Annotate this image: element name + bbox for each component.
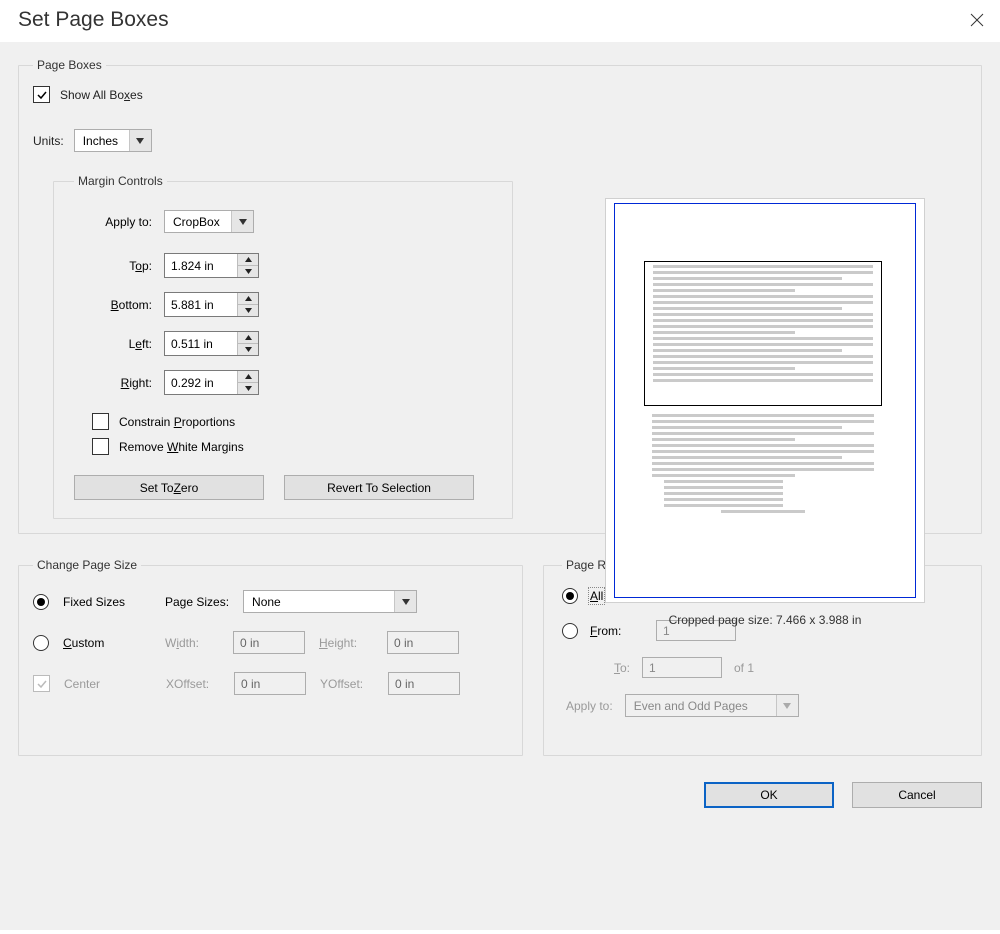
top-input[interactable] — [165, 254, 237, 277]
apply-to-select[interactable]: CropBox — [164, 210, 254, 233]
right-down[interactable] — [238, 383, 258, 395]
revert-to-selection-button[interactable]: Revert To Selection — [284, 475, 474, 500]
bottom-up[interactable] — [238, 293, 258, 305]
margin-controls-legend: Margin Controls — [74, 174, 167, 188]
constrain-proportions-label: Constrain Proportions — [119, 415, 235, 429]
show-all-boxes-label: Show All Boxes — [60, 88, 143, 102]
cancel-button[interactable]: Cancel — [852, 782, 982, 808]
page-boxes-legend: Page Boxes — [33, 58, 106, 72]
apply-to-label: Apply to: — [92, 215, 152, 229]
right-up[interactable] — [238, 371, 258, 383]
bottom-input[interactable] — [165, 293, 237, 316]
fixed-sizes-label: Fixed Sizes — [63, 595, 151, 609]
of-label: of 1 — [734, 661, 754, 675]
ok-button[interactable]: OK — [704, 782, 834, 808]
height-input — [387, 631, 459, 654]
left-down[interactable] — [238, 344, 258, 356]
left-input[interactable] — [165, 332, 237, 355]
remove-white-margins-label: Remove White Margins — [119, 440, 244, 454]
left-up[interactable] — [238, 332, 258, 344]
top-label: Top: — [92, 259, 152, 273]
right-spinner[interactable] — [164, 370, 259, 395]
pr-apply-select: Even and Odd Pages — [625, 694, 799, 717]
text-col-indicator — [644, 411, 882, 584]
all-radio[interactable] — [562, 588, 578, 604]
page-sizes-label: Page Sizes: — [165, 595, 229, 609]
top-down[interactable] — [238, 266, 258, 278]
width-label: Width: — [165, 636, 219, 650]
yoffset-label: YOffset: — [320, 677, 374, 691]
custom-label: Custom — [63, 636, 151, 650]
chevron-down-icon — [776, 695, 798, 716]
pr-apply-label: Apply to: — [566, 699, 613, 713]
chevron-down-icon — [394, 591, 416, 612]
xoffset-label: XOffset: — [166, 677, 220, 691]
to-label: To: — [590, 661, 630, 675]
top-up[interactable] — [238, 254, 258, 266]
change-page-size-legend: Change Page Size — [33, 558, 141, 572]
bottom-label: Bottom: — [92, 298, 152, 312]
bottom-down[interactable] — [238, 305, 258, 317]
right-label: Right: — [92, 376, 152, 390]
center-label: Center — [64, 677, 152, 691]
bottom-spinner[interactable] — [164, 292, 259, 317]
chevron-down-icon — [129, 130, 151, 151]
page-sizes-select[interactable]: None — [243, 590, 417, 613]
set-to-zero-button[interactable]: Set To Zero — [74, 475, 264, 500]
left-spinner[interactable] — [164, 331, 259, 356]
top-spinner[interactable] — [164, 253, 259, 278]
center-checkbox — [33, 675, 50, 692]
preview-caption: Cropped page size: 7.466 x 3.988 in — [585, 613, 945, 627]
constrain-proportions-checkbox[interactable] — [92, 413, 109, 430]
dialog-title: Set Page Boxes — [18, 8, 169, 32]
page-preview — [605, 198, 925, 603]
units-label: Units: — [33, 134, 64, 148]
text-block-indicator — [644, 261, 882, 406]
change-page-size-group: Change Page Size Fixed Sizes Page Sizes:… — [18, 558, 523, 756]
right-input[interactable] — [165, 371, 237, 394]
width-input — [233, 631, 305, 654]
yoffset-input — [388, 672, 460, 695]
left-label: Left: — [92, 337, 152, 351]
to-input — [642, 657, 722, 678]
xoffset-input — [234, 672, 306, 695]
height-label: Height: — [319, 636, 373, 650]
show-all-boxes-checkbox[interactable] — [33, 86, 50, 103]
from-radio[interactable] — [562, 623, 578, 639]
close-icon[interactable] — [970, 13, 984, 27]
remove-white-margins-checkbox[interactable] — [92, 438, 109, 455]
units-select[interactable]: Inches — [74, 129, 152, 152]
page-boxes-group: Page Boxes Show All Boxes Units: Inches … — [18, 58, 982, 534]
fixed-sizes-radio[interactable] — [33, 594, 49, 610]
margin-controls-group: Margin Controls Apply to: CropBox Top: — [53, 174, 513, 519]
chevron-down-icon — [231, 211, 253, 232]
custom-radio[interactable] — [33, 635, 49, 651]
